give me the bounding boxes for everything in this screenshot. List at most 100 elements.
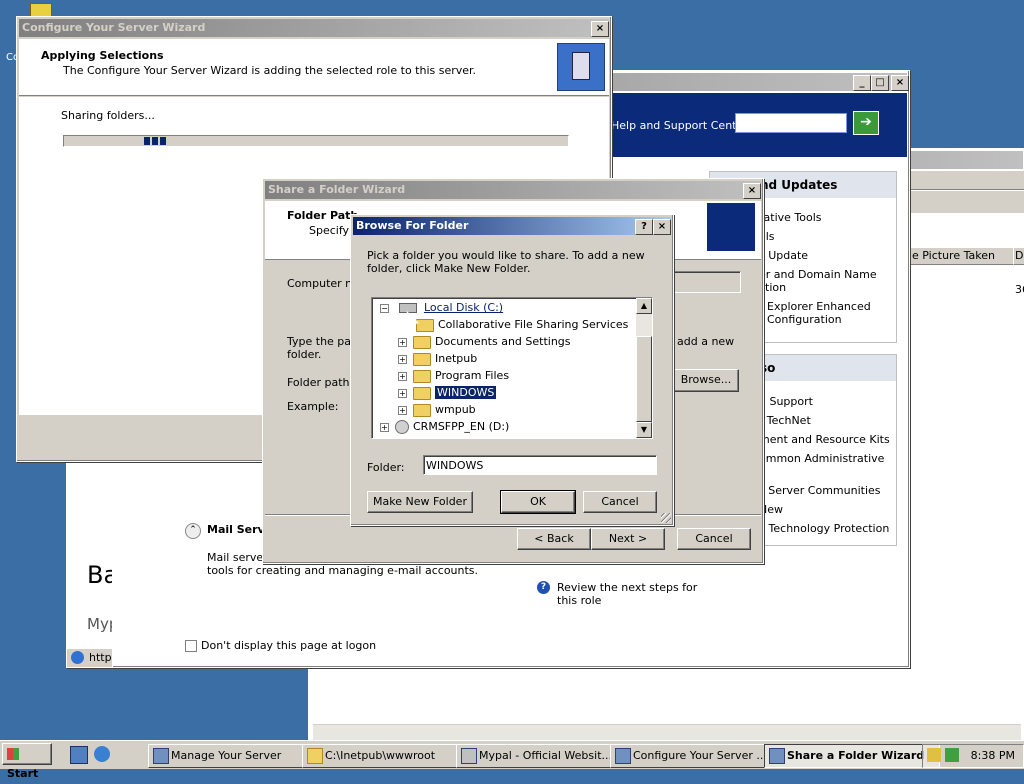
search-go-button[interactable]: ➔: [853, 111, 879, 135]
also-link-3[interactable]: ommon Administrative: [759, 452, 884, 465]
ok-button[interactable]: OK: [500, 490, 576, 514]
share-folder-icon: [707, 203, 755, 251]
also-link-1[interactable]: t TechNet: [759, 414, 811, 427]
explorer-hscrollbar[interactable]: [313, 724, 1021, 741]
help-search-input[interactable]: [735, 113, 847, 133]
windows-logo-icon: [7, 748, 19, 760]
task-share-wizard[interactable]: Share a Folder Wizard: [764, 744, 940, 768]
also-link-6[interactable]: c Technology Protection: [759, 522, 889, 535]
wizard-status: Sharing folders...: [61, 109, 155, 122]
folder-icon: [413, 352, 431, 366]
tree-item-selected[interactable]: + WINDOWS: [398, 385, 498, 400]
computer-name-field[interactable]: [673, 271, 741, 293]
browse-button[interactable]: Browse...: [673, 369, 739, 392]
folder-icon: [413, 369, 431, 383]
expand-expander[interactable]: +: [398, 405, 407, 415]
mail-server-desc-2: tools for creating and managing e-mail a…: [207, 564, 479, 577]
system-tray: 8:38 PM: [922, 744, 1024, 768]
wizard-icon: [615, 748, 631, 764]
browser-icon: [461, 748, 477, 764]
also-link-4[interactable]: s Server Communities: [759, 484, 881, 497]
resize-grip-icon[interactable]: [661, 513, 671, 523]
folder-icon: [416, 318, 434, 332]
browse-folder-titlebar: Browse For Folder: [353, 217, 671, 235]
tool-link-3[interactable]: er and Domain Name: [759, 268, 877, 281]
tree-vscrollbar[interactable]: ▲ ▼: [636, 298, 652, 438]
tray-icon[interactable]: [927, 748, 941, 762]
question-icon: ?: [537, 581, 550, 594]
expand-expander[interactable]: +: [398, 337, 407, 347]
task-mypal[interactable]: Mypal - Official Websit...: [456, 744, 630, 768]
folder-input[interactable]: [423, 455, 657, 475]
wizard-heading: Applying Selections: [41, 49, 164, 62]
tray-icon-2[interactable]: [945, 748, 959, 762]
tree-root-label[interactable]: Local Disk (C:): [424, 301, 503, 314]
minimize-button[interactable]: _: [853, 75, 871, 91]
tree-item-drive[interactable]: + CRMSFPP_EN (D:): [380, 420, 509, 434]
folder-icon: [413, 386, 431, 400]
wizard-header: Applying Selections The Configure Your S…: [19, 39, 609, 96]
folder-icon: [413, 335, 431, 349]
next-button[interactable]: Next >: [591, 528, 665, 550]
tool-link-2[interactable]: s Update: [759, 249, 808, 262]
folder-icon: [307, 748, 323, 764]
type-path-text-2: folder.: [287, 348, 322, 361]
back-button[interactable]: < Back: [517, 528, 591, 550]
expand-expander[interactable]: +: [398, 354, 407, 364]
wizard-server-icon: [557, 43, 605, 91]
tool-link-6[interactable]: Configuration: [767, 313, 842, 326]
tool-link-5[interactable]: Explorer Enhanced: [767, 300, 871, 313]
task-configure-wizard[interactable]: Configure Your Server ...: [610, 744, 784, 768]
tool-link-0[interactable]: rative Tools: [759, 211, 822, 224]
folder-label: Folder:: [367, 461, 405, 474]
wizard-subheading: The Configure Your Server Wizard is addi…: [63, 64, 477, 77]
browse-cancel-button[interactable]: Cancel: [583, 491, 657, 513]
close-button[interactable]: ×: [653, 219, 671, 235]
browse-folder-dialog: Browse For Folder ? × Pick a folder you …: [350, 214, 674, 526]
explorer-column-header[interactable]: e Picture Taken: [909, 247, 1015, 265]
explorer-column-header-di[interactable]: Di: [1013, 247, 1024, 265]
clock[interactable]: 8:38 PM: [971, 749, 1015, 762]
server-icon: [153, 748, 169, 764]
configure-wizard-titlebar: Configure Your Server Wizard: [19, 19, 609, 37]
share-wizard-titlebar: Share a Folder Wizard: [265, 181, 761, 199]
wizard-progress-bar: [63, 135, 569, 147]
tree-item[interactable]: + Documents and Settings: [398, 335, 571, 349]
review-next-link-2[interactable]: this role: [557, 594, 601, 607]
folder-path-label: Folder path:: [287, 376, 354, 389]
close-button[interactable]: ×: [591, 21, 609, 37]
close-button[interactable]: ×: [891, 75, 909, 91]
collapse-icon[interactable]: ⌃: [185, 523, 201, 539]
browse-instructions: Pick a folder you would like to share. T…: [367, 249, 645, 275]
tree-root-row[interactable]: − Local Disk (C:): [380, 301, 503, 314]
also-link-2[interactable]: ment and Resource Kits: [759, 433, 890, 446]
task-manage-server[interactable]: Manage Your Server: [148, 744, 322, 768]
review-next-link[interactable]: Review the next steps for: [557, 581, 697, 594]
type-path-text-right: add a new: [677, 335, 735, 348]
tree-item[interactable]: + wmpub: [398, 403, 476, 417]
explorer-cell: 36: [1015, 283, 1024, 296]
quicklaunch-desktop-icon[interactable]: [70, 746, 88, 764]
dont-display-checkbox[interactable]: [185, 640, 197, 652]
share-icon: [769, 748, 785, 764]
tree-item[interactable]: + Program Files: [398, 369, 509, 383]
folder-icon: [413, 403, 431, 417]
share-wizard-heading: Folder Path: [287, 209, 359, 222]
close-button[interactable]: ×: [743, 183, 761, 199]
tree-item[interactable]: Collaborative File Sharing Services: [416, 318, 628, 332]
also-link-0[interactable]: d Support: [759, 395, 813, 408]
maximize-button[interactable]: □: [871, 75, 889, 91]
example-label: Example:: [287, 400, 339, 413]
tree-item[interactable]: + Inetpub: [398, 352, 477, 366]
share-cancel-button[interactable]: Cancel: [677, 528, 751, 550]
quicklaunch-ie-icon[interactable]: [94, 746, 110, 762]
help-button[interactable]: ?: [635, 219, 653, 235]
help-support-label: Help and Support Center: [611, 119, 748, 132]
expand-expander[interactable]: +: [398, 371, 407, 381]
expand-expander[interactable]: +: [380, 422, 389, 432]
task-inetpub[interactable]: C:\Inetpub\wwwroot: [302, 744, 476, 768]
expand-expander[interactable]: +: [398, 388, 407, 398]
start-button[interactable]: Start: [2, 743, 52, 780]
make-new-folder-button[interactable]: Make New Folder: [367, 491, 473, 513]
collapse-expander[interactable]: −: [380, 303, 389, 313]
